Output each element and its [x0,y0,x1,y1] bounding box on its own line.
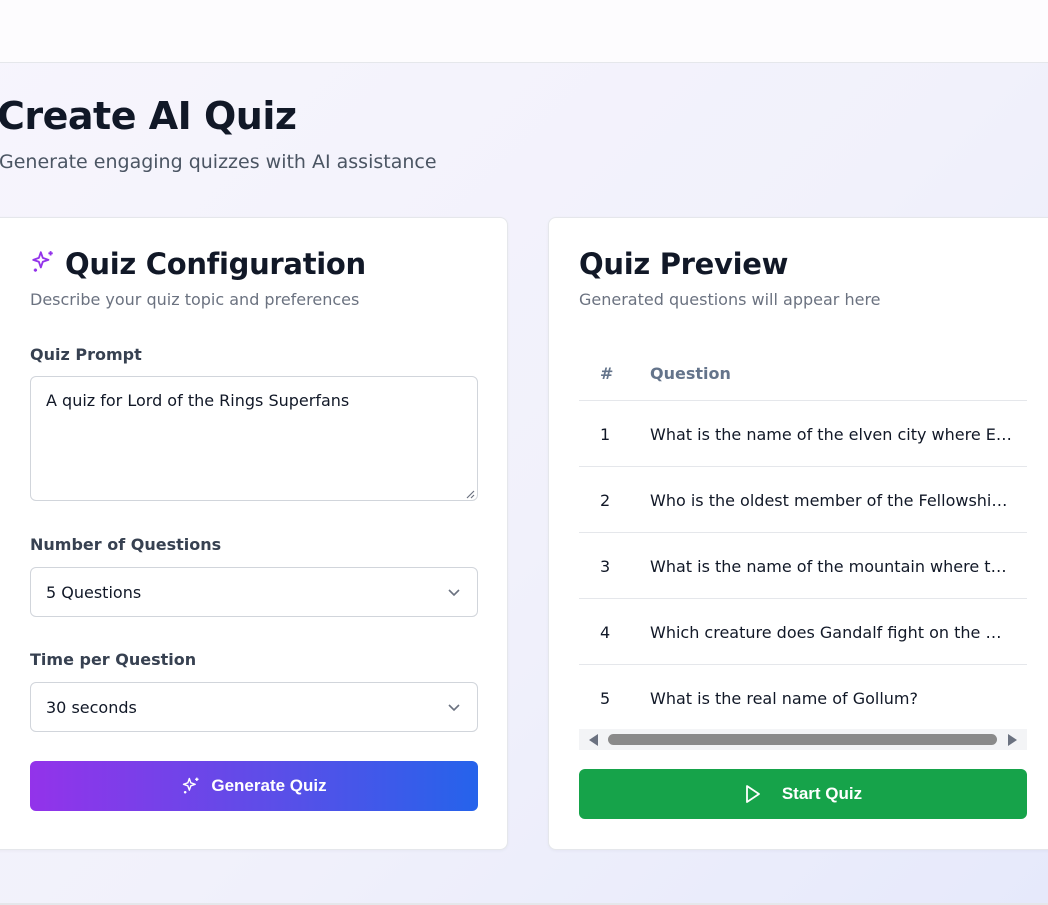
config-card-title: Quiz Configuration [65,247,366,281]
chevron-down-icon [448,589,460,597]
time-per-question-select[interactable]: 30 seconds [30,682,478,732]
chevron-down-icon [448,704,460,712]
row-number: 1 [600,425,611,444]
column-header-question: Question [650,364,731,383]
quiz-preview-card: Quiz Preview Generated questions will ap… [548,217,1048,850]
row-question: Who is the oldest member of the Fellowsh… [650,491,1012,510]
config-card-description: Describe your quiz topic and preferences [30,290,360,309]
scroll-right-icon[interactable] [1008,734,1017,746]
row-number: 5 [600,689,611,708]
page-subtitle: Generate engaging quizzes with AI assist… [0,151,437,173]
horizontal-scrollbar[interactable] [579,729,1027,750]
row-number: 3 [600,557,611,576]
column-header-number: # [600,364,614,383]
scroll-left-icon[interactable] [589,734,598,746]
row-number: 2 [600,491,611,510]
row-question: What is the name of the mountain where t… [650,557,1012,576]
sparkles-icon [32,251,53,272]
row-question: Which creature does Gandalf fight on the… [650,623,1012,642]
page-title: Create AI Quiz [0,94,297,138]
time-per-question-value: 30 seconds [46,697,137,717]
start-quiz-label: Start Quiz [781,784,863,803]
number-of-questions-label: Number of Questions [30,535,222,554]
number-of-questions-select[interactable]: 5 Questions [30,567,478,617]
table-row[interactable]: 2 Who is the oldest member of the Fellow… [579,467,1027,533]
generate-quiz-label: Generate Quiz [211,776,327,795]
row-question: What is the real name of Gollum? [650,689,919,708]
preview-card-title: Quiz Preview [579,247,789,281]
quiz-prompt-label: Quiz Prompt [30,345,142,364]
table-row[interactable]: 5 What is the real name of Gollum? [579,665,1027,731]
top-navbar [0,0,1048,63]
preview-card-description: Generated questions will appear here [579,290,881,309]
sparkles-icon [183,777,199,794]
start-quiz-button[interactable]: Start Quiz [579,769,1027,819]
number-of-questions-value: 5 Questions [46,582,142,602]
quiz-prompt-input[interactable] [30,376,478,501]
generate-quiz-button[interactable]: Generate Quiz [30,761,478,811]
quiz-configuration-card: Quiz Configuration Describe your quiz to… [0,217,508,850]
resize-handle-icon[interactable] [465,489,475,499]
play-icon [745,785,760,803]
table-header-row: # Question [579,348,1027,401]
scrollbar-thumb[interactable] [608,734,997,745]
questions-table: # Question 1 What is the name of the elv… [579,348,1027,731]
time-per-question-label: Time per Question [30,650,197,669]
table-row[interactable]: 3 What is the name of the mountain where… [579,533,1027,599]
table-row[interactable]: 1 What is the name of the elven city whe… [579,401,1027,467]
row-number: 4 [600,623,611,642]
table-row[interactable]: 4 Which creature does Gandalf fight on t… [579,599,1027,665]
row-question: What is the name of the elven city where… [650,425,1012,444]
